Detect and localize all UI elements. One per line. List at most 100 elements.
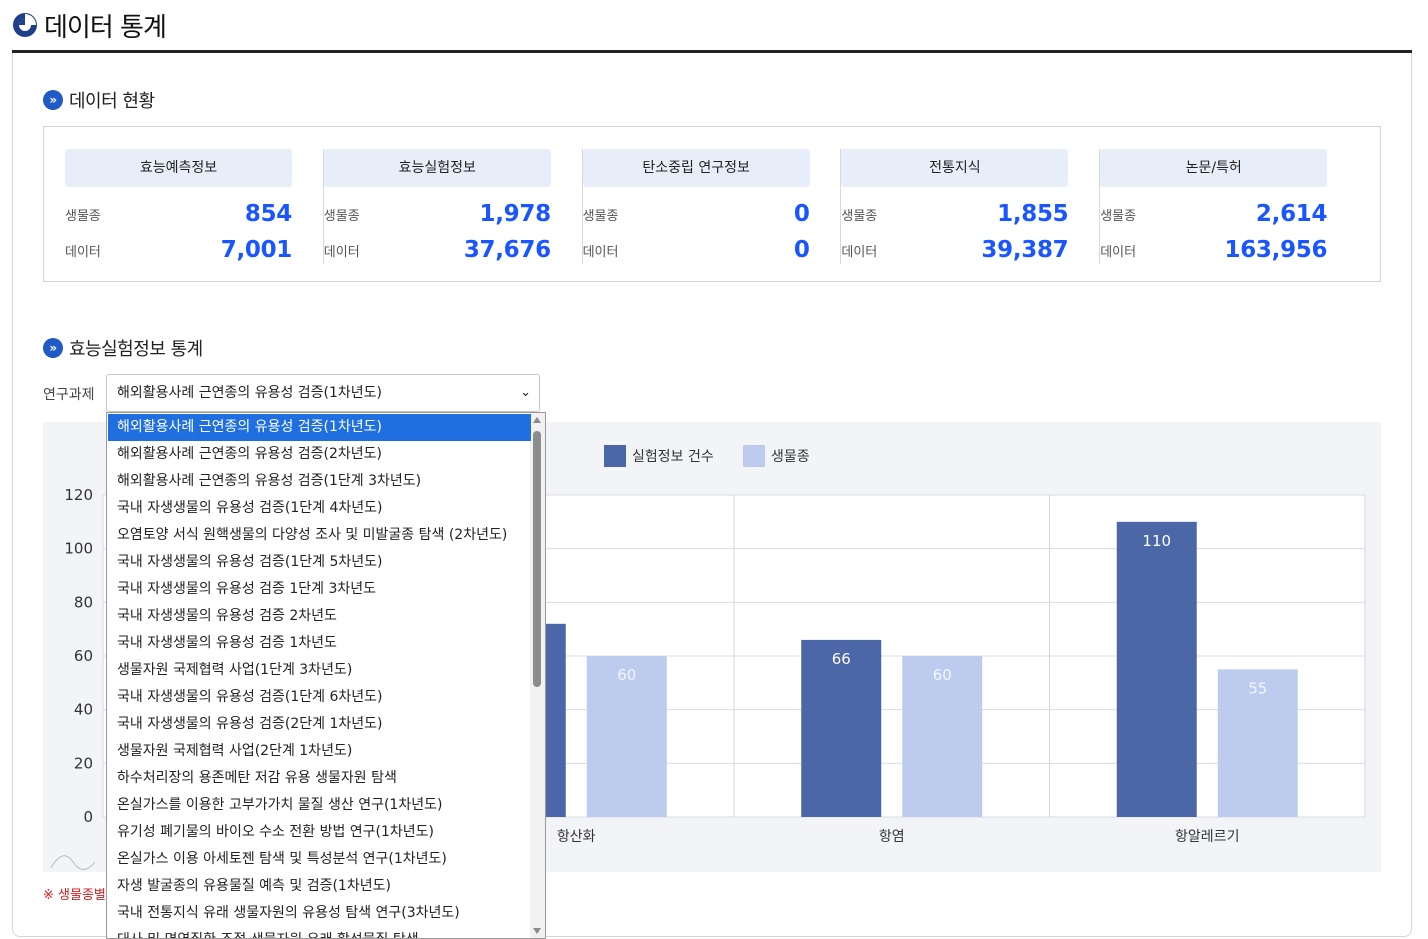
dropdown-option[interactable]: 자생 발굴종의 유용물질 예측 및 검증(1차년도) <box>108 873 531 900</box>
data-count: 7,001 <box>220 237 293 263</box>
data-row: 데이터 163,956 <box>1100 237 1327 263</box>
x-tick-label: 항알레르기 <box>1175 829 1239 845</box>
dropdown-option[interactable]: 국내 전통지식 유래 생물자원의 유용성 탐색 연구(3차년도) <box>108 900 531 927</box>
y-tick-label: 120 <box>64 486 93 504</box>
data-label: 데이터 <box>841 244 878 260</box>
stat-card-title: 전통지식 <box>841 149 1069 187</box>
page-title: 데이터 통계 <box>44 12 167 43</box>
dropdown-option[interactable]: 대사 및 면역질환 조절 생물자원 유래 활성물질 탐색 <box>108 927 531 938</box>
dropdown-option[interactable]: 해외활용사례 근연종의 유용성 검증(1단계 3차년도) <box>108 468 531 495</box>
overview-title-text: 데이터 현황 <box>69 91 155 112</box>
data-count: 39,387 <box>981 237 1069 263</box>
data-count: 163,956 <box>1224 237 1328 263</box>
data-row: 데이터 39,387 <box>841 237 1068 263</box>
bar-data-label: 60 <box>617 666 636 684</box>
dropdown-option[interactable]: 해외활용사례 근연종의 유용성 검증(1차년도) <box>108 414 531 441</box>
bar-data-label: 55 <box>1248 679 1267 697</box>
species-row: 생물종 2,614 <box>1100 201 1327 227</box>
dropdown-scrollbar[interactable] <box>530 413 545 938</box>
y-tick-label: 40 <box>74 701 93 719</box>
data-label: 데이터 <box>323 244 360 260</box>
dropdown-option[interactable]: 온실가스 이용 아세토젠 탐색 및 특성분석 연구(1차년도) <box>108 846 531 873</box>
species-label: 생물종 <box>841 208 878 224</box>
dropdown-option[interactable]: 국내 자생생물의 유용성 검증 1단계 3차년도 <box>108 576 531 603</box>
species-count: 0 <box>793 201 810 227</box>
species-row: 생물종 1,978 <box>324 201 551 227</box>
dropdown-option[interactable]: 국내 자생생물의 유용성 검증 1차년도 <box>108 630 531 657</box>
bar-data-label: 60 <box>933 666 952 684</box>
chart-logo-icon <box>13 13 37 37</box>
dropdown-option[interactable]: 국내 자생생물의 유용성 검증 2차년도 <box>108 603 531 630</box>
legend-swatch <box>743 445 765 467</box>
stat-card: 탄소중립 연구정보 생물종 0 데이터 0 <box>582 127 842 281</box>
bar <box>1116 521 1197 817</box>
range-navigator <box>50 855 96 870</box>
overview-section-title: » 데이터 현황 <box>43 87 155 113</box>
experiment-title-text: 효능실험정보 통계 <box>69 339 203 360</box>
species-row: 생물종 1,855 <box>841 201 1068 227</box>
bar-data-label: 110 <box>1142 532 1171 550</box>
select-value: 해외활용사례 근연종의 유용성 검증(1차년도) <box>117 385 383 401</box>
legend-label: 실험정보 건수 <box>632 449 714 465</box>
legend-swatch <box>604 445 626 467</box>
stat-card-title: 효능예측정보 <box>65 149 292 187</box>
scroll-up-icon[interactable] <box>533 417 541 423</box>
dropdown-option[interactable]: 오염토양 서식 원핵생물의 다양성 조사 및 미발굴종 탐색 (2차년도) <box>108 522 531 549</box>
bar-data-label: 66 <box>832 650 851 668</box>
species-count: 2,614 <box>1255 201 1328 227</box>
x-tick-label: 항염 <box>879 829 905 845</box>
y-tick-label: 100 <box>64 540 93 558</box>
dropdown-option[interactable]: 온실가스를 이용한 고부가가치 물질 생산 연구(1차년도) <box>108 792 531 819</box>
species-count: 1,978 <box>479 201 552 227</box>
data-row: 데이터 7,001 <box>65 237 292 263</box>
double-chevron-icon: » <box>43 338 63 358</box>
scroll-thumb[interactable] <box>533 431 541 687</box>
dropdown-option[interactable]: 국내 자생생물의 유용성 검증(1단계 6차년도) <box>108 684 531 711</box>
stat-card-title: 탄소중립 연구정보 <box>582 149 810 187</box>
dropdown-option[interactable]: 국내 자생생물의 유용성 검증(1단계 4차년도) <box>108 495 531 522</box>
stat-card: 효능예측정보생물종 854 데이터 7,001 <box>65 127 324 281</box>
legend-label: 생물종 <box>771 449 810 465</box>
species-label: 생물종 <box>65 208 101 224</box>
species-count: 1,855 <box>997 201 1069 227</box>
dropdown-option[interactable]: 해외활용사례 근연종의 유용성 검증(2차년도) <box>108 441 531 468</box>
experiment-section-title: » 효능실험정보 통계 <box>43 335 203 361</box>
y-tick-label: 80 <box>74 593 93 611</box>
x-tick-label: 항산화 <box>557 829 596 845</box>
species-label: 생물종 <box>582 208 619 224</box>
dropdown-option[interactable]: 하수처리장의 용존메탄 저감 유용 생물자원 탐색 <box>108 765 531 792</box>
research-project-label: 연구과제 <box>43 387 95 403</box>
dropdown-option[interactable]: 생물자원 국제협력 사업(1단계 3차년도) <box>108 657 531 684</box>
species-row: 생물종 854 <box>65 201 292 227</box>
double-chevron-icon: » <box>43 90 63 110</box>
y-tick-label: 20 <box>74 754 93 772</box>
species-label: 생물종 <box>323 208 360 224</box>
data-row: 데이터 0 <box>583 237 810 263</box>
data-label: 데이터 <box>65 244 101 260</box>
dropdown-option[interactable]: 국내 자생생물의 유용성 검증(1단계 5차년도) <box>108 549 531 576</box>
y-tick-label: 60 <box>74 647 93 665</box>
dropdown-option[interactable]: 국내 자생생물의 유용성 검증(2단계 1차년도) <box>108 711 531 738</box>
overview-stats: 효능예측정보생물종 854 데이터 7,001 효능실험정보생물종 1,978 데이터 37,… <box>43 126 1381 282</box>
research-project-options[interactable]: 해외활용사례 근연종의 유용성 검증(1차년도) 해외활용사례 근연종의 유용성 … <box>106 412 546 939</box>
stat-card-title: 논문/특허 <box>1100 149 1328 187</box>
data-row: 데이터 37,676 <box>324 237 551 263</box>
research-project-select[interactable]: 해외활용사례 근연종의 유용성 검증(1차년도) ⌄ <box>106 374 540 412</box>
chevron-down-icon: ⌄ <box>520 385 531 400</box>
data-label: 데이터 <box>1100 244 1137 260</box>
species-note: ※ 생물종별 <box>43 888 106 903</box>
species-label: 생물종 <box>1100 208 1137 224</box>
dropdown-option[interactable]: 유기성 폐기물의 바이오 수소 전환 방법 연구(1차년도) <box>108 819 531 846</box>
stat-card: 효능실험정보생물종 1,978 데이터 37,676 <box>323 127 583 281</box>
species-count: 854 <box>244 201 292 227</box>
y-tick-label: 0 <box>83 808 93 826</box>
stat-card: 전통지식생물종 1,855 데이터 39,387 <box>841 127 1100 281</box>
stat-card-title: 효능실험정보 <box>323 149 551 187</box>
data-count: 37,676 <box>463 237 551 263</box>
scroll-down-icon[interactable] <box>533 928 541 934</box>
species-row: 생물종 0 <box>583 201 810 227</box>
stat-card: 논문/특허생물종 2,614 데이터 163,956 <box>1100 127 1359 281</box>
dropdown-option[interactable]: 생물자원 국제협력 사업(2단계 1차년도) <box>108 738 531 765</box>
data-count: 0 <box>793 237 810 263</box>
page-header: 데이터 통계 <box>12 0 1412 53</box>
